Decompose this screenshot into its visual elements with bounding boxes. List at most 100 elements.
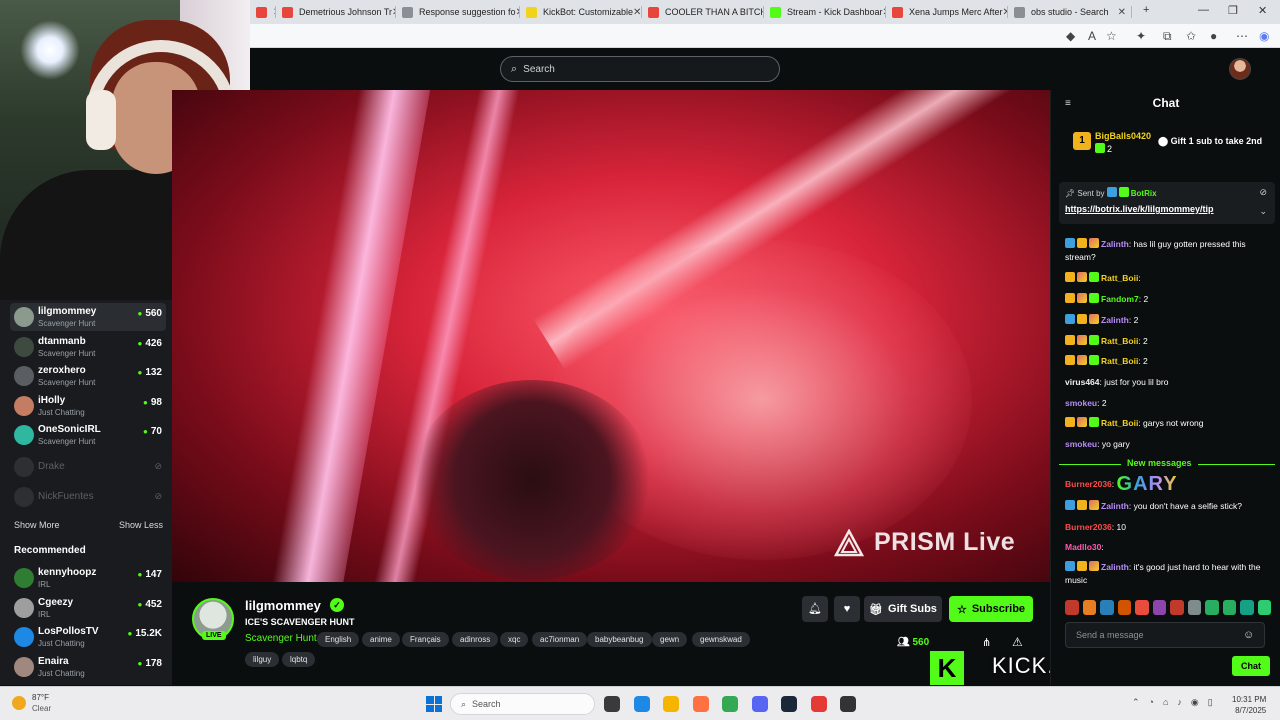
stream-tag[interactable]: lilguy	[245, 652, 280, 667]
stream-tag[interactable]: ac7ionman	[532, 632, 588, 647]
unpin-icon[interactable]: ⊘	[1259, 187, 1267, 198]
video-player[interactable]: PRISM Live	[172, 90, 1050, 582]
chat-username[interactable]: Fandom7	[1101, 294, 1139, 304]
emoji-picker-icon[interactable]: ☺	[1243, 629, 1254, 641]
emote-icon[interactable]	[1065, 600, 1079, 615]
chat-username[interactable]: Burner2036	[1065, 522, 1112, 532]
gift-subs-button[interactable]: 🎁︎ Gift Subs	[864, 596, 942, 622]
recommended-channel[interactable]: CgeezyIRL 452	[10, 594, 166, 622]
taskbar-app-icon[interactable]	[781, 696, 797, 712]
emote-icon[interactable]	[1240, 600, 1254, 615]
chat-username[interactable]: smokeu	[1065, 439, 1097, 449]
browser-tab[interactable]: Xena Jumps Merc After ✕	[888, 2, 1008, 22]
taskbar-app-icon[interactable]	[604, 696, 620, 712]
chat-username[interactable]: virus464	[1065, 377, 1100, 387]
clock[interactable]: 10:31 PM 8/7/2025	[1232, 694, 1266, 716]
extensions-puzzle-icon[interactable]: ✦	[1136, 29, 1146, 43]
sidebar-channel[interactable]: dtanmanbScavenger Hunt 426	[10, 333, 166, 361]
chat-username[interactable]: Ratt_Boii	[1101, 356, 1138, 366]
gift-cta[interactable]: ⬤ Gift 1 sub to take 2nd	[1158, 136, 1262, 147]
chat-username[interactable]: Burner2036	[1065, 479, 1112, 489]
taskbar-app-icon[interactable]	[663, 696, 679, 712]
stream-tag[interactable]: Français	[402, 632, 449, 647]
chat-username[interactable]: smokeu	[1065, 398, 1097, 408]
show-more-button[interactable]: Show More	[14, 520, 60, 530]
browser-tab[interactable]: obs studio - Search ✕	[1010, 2, 1132, 22]
chat-username[interactable]: Ratt_Boii	[1101, 336, 1138, 346]
user-avatar[interactable]	[1229, 58, 1251, 80]
recommended-channel[interactable]: EnairaJust Chatting 178	[10, 653, 166, 681]
follow-heart-button[interactable]: ♥	[834, 596, 860, 622]
sidebar-channel[interactable]: iHollyJust Chatting 98	[10, 392, 166, 420]
share-icon[interactable]: ⋔	[982, 636, 991, 649]
stream-tag[interactable]: xqc	[500, 632, 529, 647]
emote-icon[interactable]	[1135, 600, 1149, 615]
stream-tag[interactable]: adinross	[452, 632, 499, 647]
taskbar-app-icon[interactable]	[633, 696, 650, 712]
taskbar-app-icon[interactable]	[751, 696, 768, 712]
emote-icon[interactable]	[1187, 600, 1201, 615]
sidebar-channel[interactable]: OneSonicIRL Scavenger Hunt 70	[10, 421, 166, 449]
browser-tab[interactable]: Demetrious Johnson Tr✕	[278, 2, 396, 22]
copilot-icon[interactable]: ◉	[1259, 29, 1269, 43]
favorite-star-icon[interactable]: ☆	[1106, 29, 1117, 43]
browser-tab[interactable]: COOLER THAN A BITCH✕	[644, 2, 764, 22]
stream-tag[interactable]: lqbtq	[282, 652, 316, 667]
chat-username[interactable]: Zalinth	[1101, 315, 1129, 325]
chat-username[interactable]: Zalinth	[1101, 239, 1129, 249]
chat-username[interactable]: Ratt_Boii	[1101, 418, 1138, 428]
taskbar-app-icon[interactable]	[722, 696, 738, 712]
pinned-sender-name[interactable]: BotRix	[1131, 189, 1157, 198]
maximize-button[interactable]: ❐	[1228, 4, 1238, 17]
stream-tag[interactable]: gewn	[652, 632, 688, 647]
sidebar-channel[interactable]: zeroxhero Scavenger Hunt 132	[10, 362, 166, 390]
read-aloud-icon[interactable]: A	[1088, 29, 1096, 43]
extension-icon[interactable]: ◆	[1066, 29, 1075, 43]
recommended-channel[interactable]: kennyhoopz IRL 147	[10, 564, 166, 592]
chat-username[interactable]: Zalinth	[1101, 501, 1129, 511]
split-screen-icon[interactable]: ⧉	[1163, 29, 1172, 44]
sidebar-channel-offline[interactable]: Drake ⊘	[10, 453, 166, 481]
taskbar-app-icon[interactable]	[692, 696, 709, 712]
emote-icon[interactable]	[1117, 600, 1131, 615]
emote-icon[interactable]	[1205, 600, 1219, 615]
favorites-icon[interactable]: ✩	[1186, 29, 1196, 43]
sidebar-channel-offline[interactable]: NickFuentes ⊘	[10, 483, 166, 511]
browser-tab[interactable]: Stream - Kick Dashboar✕	[766, 2, 886, 22]
chat-message-input[interactable]: Send a message	[1065, 622, 1265, 648]
stream-tag[interactable]: anime	[362, 632, 400, 647]
emote-icon[interactable]	[1170, 600, 1184, 615]
taskbar-app-icon[interactable]	[810, 696, 827, 712]
tab-search-icon[interactable]: +	[1143, 4, 1149, 16]
stream-category[interactable]: Scavenger Hunt	[245, 633, 317, 644]
browser-tab[interactable]: Response suggestion fo ✕	[398, 2, 520, 22]
subscribe-button[interactable]: ☆ Subscribe	[949, 596, 1033, 622]
chat-username[interactable]: Zalinth	[1101, 562, 1129, 572]
browser-tab[interactable]: KickBot: Customizable ✕	[522, 2, 642, 22]
emote-icon[interactable]	[1152, 600, 1166, 615]
recommended-channel[interactable]: LosPollosTV Just Chatting 15.2K	[10, 623, 166, 651]
profile-avatar-icon[interactable]: ●	[1210, 29, 1217, 43]
emote-icon[interactable]	[1222, 600, 1236, 615]
chat-username[interactable]: Ratt_Boii	[1101, 273, 1138, 283]
taskbar-search[interactable]: ⌕ Search	[450, 693, 595, 715]
browser-tab[interactable]: ✕	[252, 2, 276, 22]
show-less-button[interactable]: Show Less	[119, 520, 163, 530]
tab-close-icon[interactable]: ✕	[1118, 7, 1126, 18]
chevron-down-icon[interactable]: ⌄	[1259, 206, 1267, 217]
minimize-button[interactable]: —	[1198, 4, 1209, 16]
more-menu-icon[interactable]: ⋯	[1236, 29, 1248, 43]
close-window-button[interactable]: ✕	[1258, 4, 1267, 17]
emote-icon[interactable]	[1257, 600, 1271, 615]
sidebar-channel[interactable]: lilgmommey Scavenger Hunt 560	[10, 303, 166, 331]
windows-start-icon[interactable]	[426, 696, 442, 712]
gifter-name[interactable]: BigBalls0420	[1095, 131, 1151, 141]
emote-icon[interactable]	[1100, 600, 1114, 615]
streamer-name[interactable]: lilgmommey	[245, 598, 321, 613]
new-messages-separator[interactable]: New messages	[1059, 458, 1275, 470]
send-chat-button[interactable]: Chat	[1232, 656, 1270, 676]
notification-bell-button[interactable]: 🔔︎	[802, 596, 828, 622]
chat-username[interactable]: Madllo30	[1065, 542, 1101, 552]
search-input[interactable]: ⌕ Search	[500, 56, 780, 82]
stream-tag[interactable]: English	[317, 632, 360, 647]
